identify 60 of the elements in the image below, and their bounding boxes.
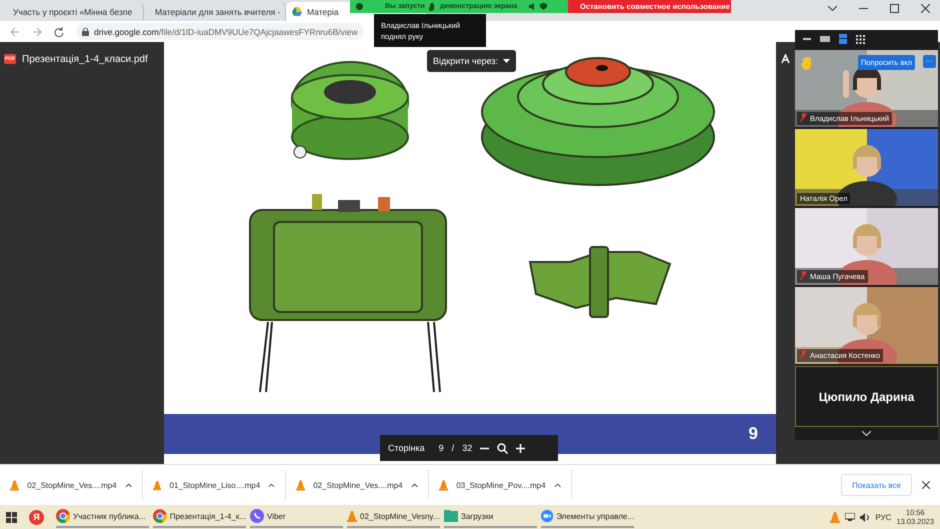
caret-icon [410,482,418,488]
share-icon[interactable] [780,54,791,65]
chevron-down-icon[interactable] [828,6,837,11]
shield-icon [540,3,548,10]
traffic-cone-icon [10,480,20,490]
traffic-cone-icon [347,510,357,522]
language-indicator[interactable]: РУС [875,512,892,522]
traffic-cone-icon [830,512,840,522]
speaker-view-icon[interactable] [839,34,847,44]
speaker-icon [860,512,870,522]
drive-icon [292,7,302,16]
reload-icon[interactable] [54,26,64,36]
maximize-icon[interactable] [890,4,899,13]
taskbar-item[interactable]: Презентація_1-4_к... [153,506,246,528]
page-separator: / [452,443,454,453]
page-number-field[interactable]: 9 [438,443,444,453]
traffic-cone-icon [153,480,162,490]
speaker-icon [529,3,536,10]
open-with-button[interactable]: Відкрити через: [427,50,516,72]
download-item[interactable]: 02_StopMine_Ves....mp4 [286,470,429,500]
grid-icon[interactable] [856,34,865,44]
address-bar[interactable]: drive.google.com/file/d/1lD-iuaDMV9UUe7QAjcjaawesFYRnru6B/view [76,23,364,40]
status-icon [356,3,363,10]
raised-hand-icon [801,56,813,70]
page-label: Сторінка [388,443,425,453]
caret-icon [503,59,510,63]
zoom-icon[interactable] [497,442,508,454]
chrome-icon [153,509,167,523]
hand-icon [428,2,436,10]
folder-icon [444,510,458,522]
zoom-in-button[interactable] [516,444,526,452]
browser-logo[interactable]: Я [29,510,44,524]
taskbar-item[interactable]: 02_StopMine_Vesny... [347,506,440,528]
taskbar-item[interactable]: Элементы управле... [541,506,634,528]
lock-icon [82,28,89,36]
download-item[interactable]: 01_StopMine_Liso....mp4 [143,470,286,500]
participant-name: Цюпило Дарина [818,390,914,404]
caret-icon [268,482,275,488]
close-icon[interactable] [921,4,930,13]
chrome-icon [56,509,70,523]
slide-number: 9 [748,424,758,444]
muted-microphone-icon [800,350,807,359]
show-all-button[interactable]: Показать все [841,474,912,496]
start-icon[interactable] [6,512,17,522]
traffic-cone-icon [439,480,448,490]
page-total: 32 [462,443,472,453]
muted-microphone-icon [800,113,807,122]
viber-icon [250,509,264,523]
caret-icon [554,482,561,488]
video-camera-icon [541,509,554,523]
download-item[interactable]: 03_StopMine_Pov....mp4 [429,470,572,500]
file-name: Презентація_1-4_класи.pdf [22,54,148,65]
taskbar-item[interactable]: Загрузки [444,506,537,528]
download-item[interactable]: 02_StopMine_Ves....mp4 [0,470,143,500]
muted-microphone-icon [800,271,807,280]
traffic-cone-icon [296,480,306,490]
close-icon[interactable] [922,481,930,489]
taskbar-item[interactable]: Участник публика... [56,506,149,528]
caret-icon [124,482,132,488]
taskbar-item[interactable]: Viber [250,506,343,528]
